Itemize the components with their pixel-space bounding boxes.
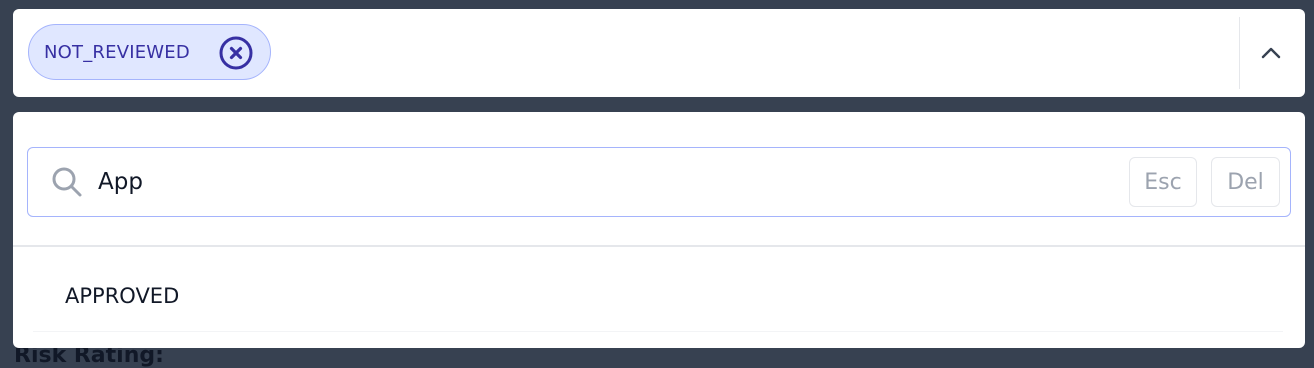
search-field[interactable]: Esc Del <box>27 147 1291 217</box>
option-label: APPROVED <box>65 283 180 308</box>
search-input[interactable] <box>98 162 1118 202</box>
x-circle-icon[interactable] <box>219 36 253 70</box>
esc-key-button[interactable]: Esc <box>1129 157 1197 207</box>
indicator-separator <box>1239 17 1240 89</box>
multi-select-control[interactable]: NOT_REVIEWED <box>13 9 1305 97</box>
option-item[interactable]: APPROVED <box>33 260 1283 332</box>
chip-label: NOT_REVIEWED <box>44 41 190 63</box>
del-key-button[interactable]: Del <box>1211 157 1280 207</box>
dropdown-toggle-button[interactable] <box>1243 21 1299 85</box>
dropdown-menu: Esc Del APPROVED <box>13 112 1305 348</box>
divider <box>13 245 1305 247</box>
search-icon <box>50 165 84 199</box>
selected-chip: NOT_REVIEWED <box>28 24 271 80</box>
chevron-up-icon <box>1261 47 1281 59</box>
